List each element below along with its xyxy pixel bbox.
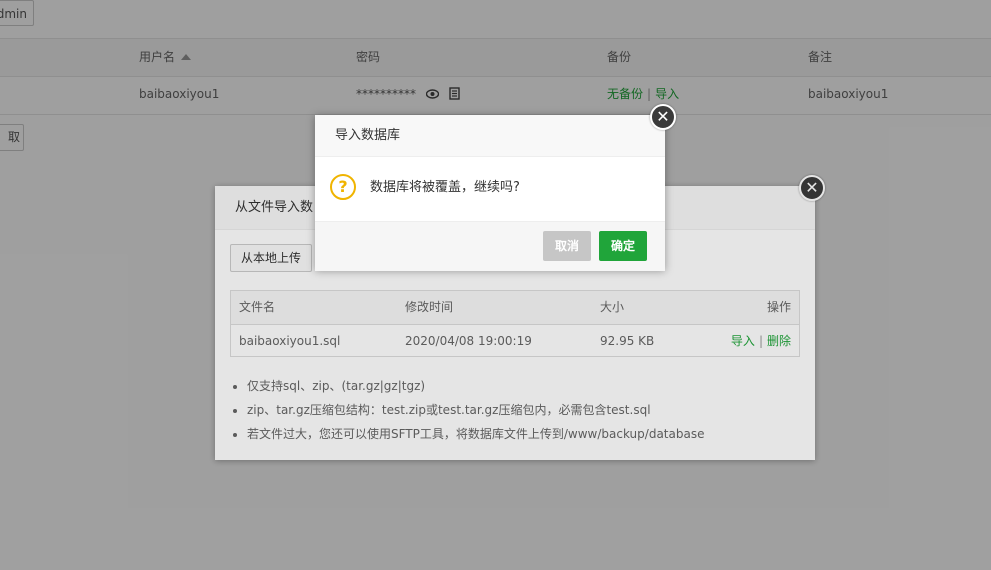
confirm-dialog: 导入数据库 ? 数据库将被覆盖，继续吗? 取消 确定 (315, 115, 665, 271)
confirm-cancel-button[interactable]: 取消 (543, 231, 591, 261)
question-icon: ? (330, 174, 356, 200)
confirm-overlay (0, 0, 991, 570)
confirm-ok-button[interactable]: 确定 (599, 231, 647, 261)
confirm-dialog-close-icon[interactable]: ✕ (650, 104, 676, 130)
confirm-dialog-title: 导入数据库 (315, 115, 665, 157)
confirm-message: 数据库将被覆盖，继续吗? (370, 180, 520, 195)
confirm-dialog-footer: 取消 确定 (315, 221, 665, 271)
